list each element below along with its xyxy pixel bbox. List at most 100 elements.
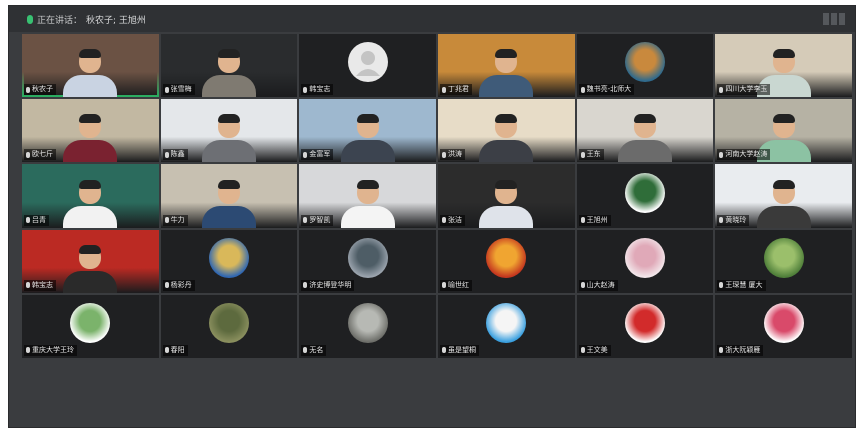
participant-tile[interactable]: 欧七斤 [22, 99, 159, 163]
microphone-icon [719, 151, 724, 158]
participant-name: 黄晓玲 [725, 215, 747, 224]
profile-avatar [486, 303, 527, 344]
participant-name: 春阳 [170, 345, 185, 354]
participant-nameplate: 魏书亮-北师大 [578, 84, 635, 96]
participant-name: 秋农子 [32, 85, 53, 94]
default-avatar-icon [347, 42, 388, 83]
participant-name: 杨彩丹 [170, 280, 192, 289]
participant-tile[interactable]: 四川大学李玉 [715, 34, 852, 98]
microphone-icon [26, 347, 30, 354]
participant-tile[interactable]: 春阳 [160, 294, 298, 358]
participant-nameplate: 陈鑫 [162, 149, 188, 161]
profile-avatar [624, 42, 665, 83]
microphone-icon [303, 282, 308, 289]
participant-tile[interactable]: 王旭州 [576, 164, 714, 228]
participant-nameplate: 济史博登华明 [301, 279, 355, 291]
profile-avatar [208, 303, 249, 344]
participant-name: 王旭州 [586, 215, 608, 224]
microphone-icon [164, 217, 169, 223]
participant-name: 河南大学赵涛 [725, 150, 768, 159]
microphone-icon [26, 282, 30, 289]
microphone-icon [164, 151, 169, 158]
participant-name: 四川大学李玉 [725, 85, 768, 94]
participant-tile[interactable]: 陈鑫 [160, 99, 298, 163]
participant-tile[interactable]: 重庆大学王玲 [22, 294, 159, 358]
participant-name: 重庆大学王玲 [32, 345, 74, 354]
profile-avatar [347, 303, 388, 344]
participant-name: 王文美 [586, 345, 608, 354]
participant-silhouette [201, 179, 256, 228]
speaking-mic-icon [27, 15, 33, 24]
participant-nameplate: 洪涛 [440, 149, 465, 161]
participant-tile[interactable]: 喻世红 [438, 229, 575, 293]
participant-tile[interactable]: 王文美 [576, 294, 714, 358]
participant-tile[interactable]: 魏书亮-北师大 [576, 34, 714, 98]
participant-name: 虽是望桐 [448, 345, 476, 354]
participant-tile[interactable]: 黄晓玲 [715, 164, 852, 228]
speaking-indicator: 正在讲话： 秋农子; 王旭州 [27, 13, 146, 26]
participant-nameplate: 王东 [578, 149, 604, 161]
participant-name: 张洁 [448, 215, 462, 224]
participant-nameplate: 河南大学赵涛 [717, 149, 771, 161]
participant-nameplate: 黄晓玲 [717, 214, 750, 226]
participant-tile[interactable]: 张雪梅 [160, 34, 298, 98]
participant-name: 陈鑫 [170, 150, 185, 159]
speaking-names: 秋农子; 王旭州 [86, 16, 146, 26]
microphone-icon [26, 151, 30, 158]
participant-nameplate: 韩宝志 [24, 279, 56, 291]
participant-tile[interactable]: 韩宝志 [299, 34, 436, 98]
participant-tile[interactable]: 韩宝志 [22, 229, 159, 293]
participant-nameplate: 山大赵涛 [578, 279, 618, 291]
participant-silhouette [201, 49, 256, 98]
participant-tile[interactable]: 吕青 [22, 164, 159, 228]
participant-nameplate: 牛力 [162, 214, 188, 226]
profile-avatar [208, 237, 249, 278]
microphone-icon [303, 217, 308, 223]
microphone-icon [719, 347, 724, 354]
participant-tile[interactable]: 济史博登华明 [299, 229, 436, 293]
microphone-icon [580, 217, 585, 223]
participant-nameplate: 四川大学李玉 [717, 84, 771, 96]
participant-tile[interactable]: 王东 [576, 99, 714, 163]
participant-tile[interactable]: 山大赵涛 [576, 229, 714, 293]
participant-tile[interactable]: 金富军 [299, 99, 436, 163]
participant-silhouette [63, 49, 118, 98]
participant-name: 浙大阮颖雁 [725, 345, 761, 354]
profile-avatar [70, 303, 111, 344]
participant-tile[interactable]: 洪涛 [438, 99, 575, 163]
profile-avatar [486, 237, 527, 278]
microphone-icon [26, 86, 30, 93]
participant-nameplate: 韩宝志 [301, 84, 334, 96]
participant-tile[interactable]: 秋农子 [22, 34, 159, 98]
participant-name: 张雪梅 [170, 85, 192, 94]
gallery-view-toggle-icon[interactable] [823, 13, 845, 25]
participant-name: 喻世红 [448, 280, 469, 289]
meeting-window: 正在讲话： 秋农子; 王旭州 秋农子 张雪梅 韩宝志 丁兆君 魏书亮-北师大 四川大学李玉… [8, 5, 856, 428]
participant-silhouette [617, 114, 672, 163]
participant-tile[interactable]: 无名 [299, 294, 436, 358]
participant-tile[interactable]: 张洁 [438, 164, 575, 228]
participant-nameplate: 秋农子 [24, 84, 56, 96]
participant-grid: 秋农子 张雪梅 韩宝志 丁兆君 魏书亮-北师大 四川大学李玉 欧七斤 陈鑫 金富军 洪涛 王东 河南大… [22, 34, 852, 423]
participant-nameplate: 王文美 [578, 344, 611, 356]
participant-tile[interactable]: 牛力 [160, 164, 298, 228]
participant-silhouette [63, 114, 118, 163]
participant-tile[interactable]: 杨彩丹 [160, 229, 298, 293]
participant-tile[interactable]: 浙大阮颖雁 [715, 294, 852, 358]
participant-tile[interactable]: 虽是望桐 [438, 294, 575, 358]
participant-tile[interactable]: 罗智凯 [299, 164, 436, 228]
participant-tile[interactable]: 王琛慧 厦大 [715, 229, 852, 293]
participant-nameplate: 丁兆君 [440, 84, 472, 96]
participant-silhouette [63, 244, 118, 293]
participant-tile[interactable]: 河南大学赵涛 [715, 99, 852, 163]
participant-name: 丁兆君 [448, 85, 469, 94]
microphone-icon [442, 86, 446, 93]
microphone-icon [580, 347, 585, 354]
participant-name: 魏书亮-北师大 [586, 85, 632, 94]
participant-name: 无名 [309, 345, 324, 354]
participant-tile[interactable]: 丁兆君 [438, 34, 575, 98]
participant-name: 济史博登华明 [309, 280, 352, 289]
participant-nameplate: 浙大阮颖雁 [717, 344, 764, 356]
participant-nameplate: 欧七斤 [24, 149, 56, 161]
participant-name: 王琛慧 厦大 [725, 280, 763, 289]
